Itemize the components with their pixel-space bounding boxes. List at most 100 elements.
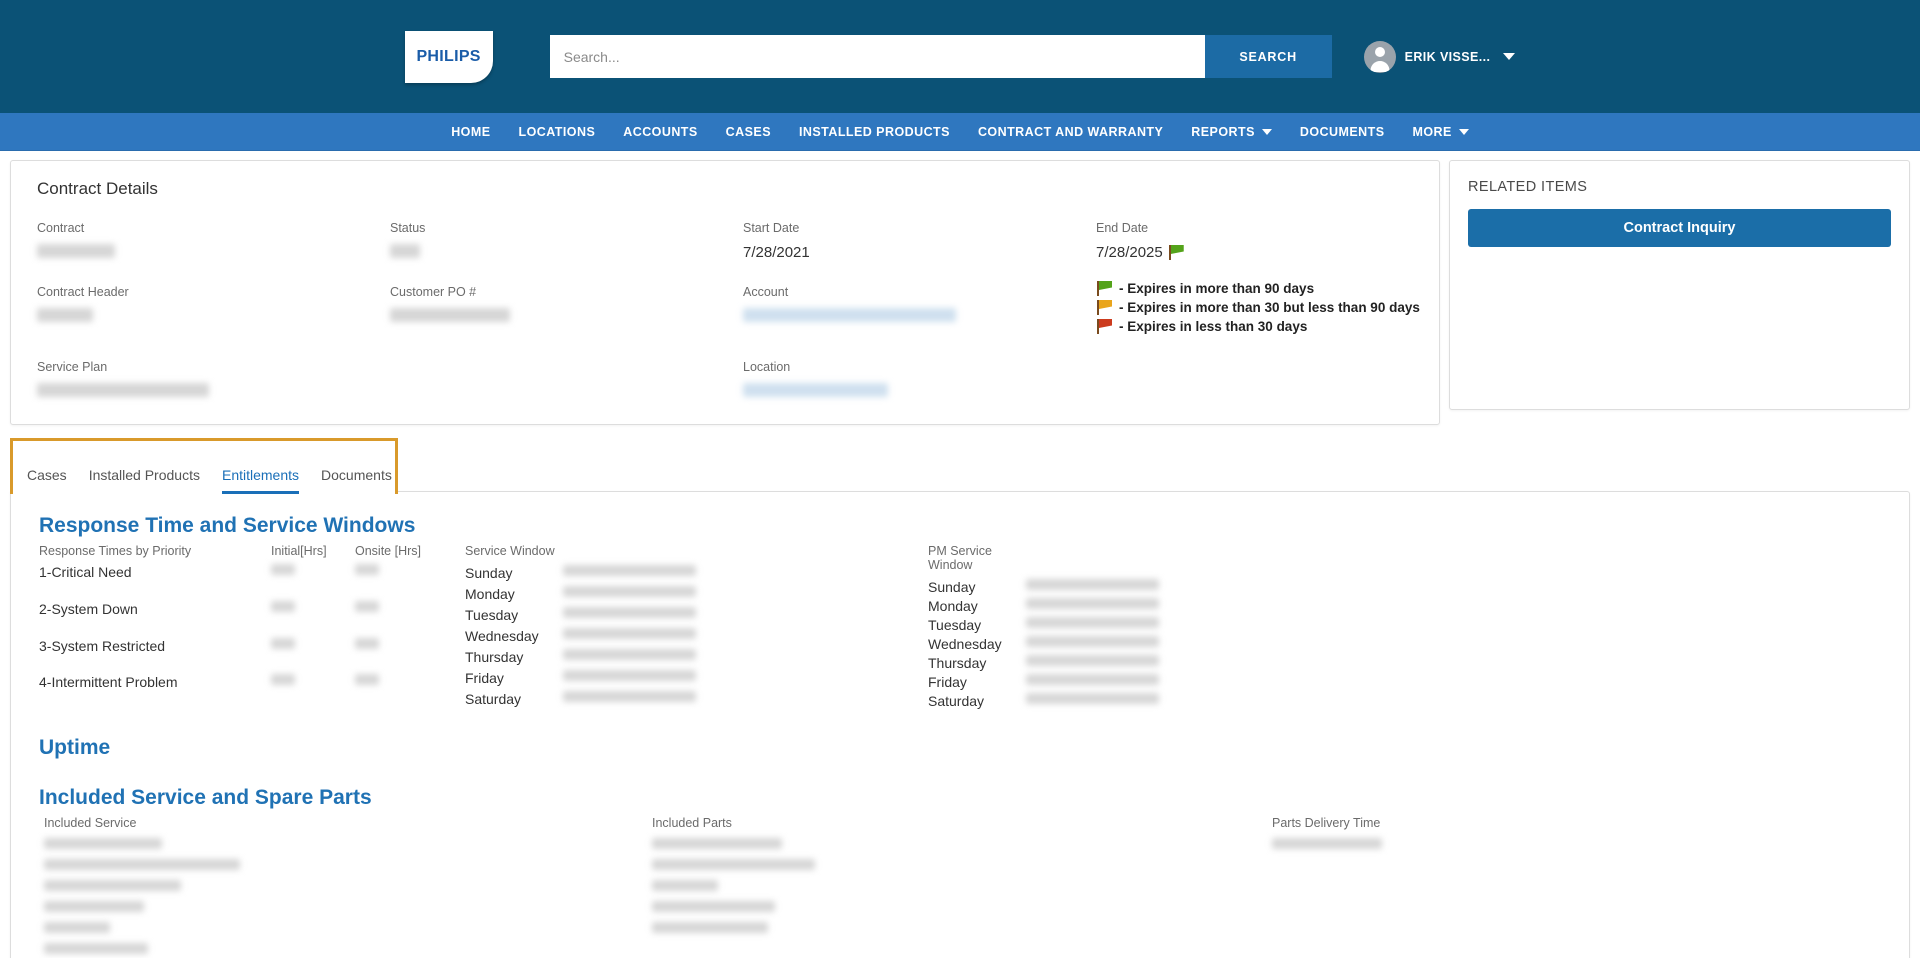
table-row: 1-Critical Need bbox=[39, 563, 439, 600]
field-value-contract bbox=[37, 244, 390, 263]
redacted-value bbox=[1026, 579, 1159, 590]
col-header-initial: Initial[Hrs] bbox=[271, 544, 355, 563]
nav-item-label: HOME bbox=[451, 125, 490, 139]
initial-hours-value bbox=[271, 673, 355, 710]
redacted-value bbox=[563, 649, 696, 660]
table-row: Saturday bbox=[928, 691, 1186, 710]
field-spacer-1 bbox=[390, 360, 743, 402]
uptime-section-title: Uptime bbox=[39, 736, 1881, 760]
nav-item-documents[interactable]: DOCUMENTS bbox=[1286, 113, 1399, 150]
table-row: Saturday bbox=[465, 689, 723, 710]
nav-item-label: ACCOUNTS bbox=[623, 125, 697, 139]
nav-item-home[interactable]: HOME bbox=[437, 113, 504, 150]
parts-delivery-time-column: Parts Delivery Time bbox=[1272, 816, 1382, 956]
tab-cases[interactable]: Cases bbox=[27, 467, 67, 494]
day-label: Wednesday bbox=[465, 626, 563, 647]
list-item bbox=[652, 838, 1272, 851]
table-row: Tuesday bbox=[928, 615, 1186, 634]
field-service-plan: Service Plan bbox=[37, 360, 390, 402]
hours-value bbox=[563, 668, 723, 689]
nav-item-accounts[interactable]: ACCOUNTS bbox=[609, 113, 711, 150]
related-items-title: RELATED ITEMS bbox=[1468, 179, 1891, 195]
list-item bbox=[44, 901, 652, 914]
field-contract-header: Contract Header bbox=[37, 285, 390, 338]
field-label-status: Status bbox=[390, 221, 743, 235]
day-label: Tuesday bbox=[465, 605, 563, 626]
user-menu-label: ERIK VISSE... bbox=[1405, 50, 1491, 64]
day-label: Thursday bbox=[928, 653, 1026, 672]
tab-documents[interactable]: Documents bbox=[321, 467, 392, 494]
list-item bbox=[652, 880, 1272, 893]
philips-logo[interactable]: PHILIPS bbox=[405, 31, 493, 83]
redacted-value bbox=[44, 838, 162, 849]
search-input[interactable] bbox=[550, 35, 1205, 78]
redacted-value bbox=[1026, 693, 1159, 704]
nav-item-more[interactable]: MORE bbox=[1398, 113, 1482, 150]
field-label-contract: Contract bbox=[37, 221, 390, 235]
legend-text: - Expires in more than 90 days bbox=[1119, 281, 1314, 296]
chevron-down-icon bbox=[1459, 129, 1469, 135]
field-account: Account bbox=[743, 285, 1096, 338]
table-row: Sunday bbox=[928, 577, 1186, 596]
nav-item-cases[interactable]: CASES bbox=[712, 113, 785, 150]
priority-label: 3-System Restricted bbox=[39, 637, 271, 674]
tabs-annotation-box: Cases Installed Products Entitlements Docum… bbox=[10, 438, 398, 494]
tab-bar: Cases Installed Products Entitlements Docum… bbox=[13, 441, 395, 494]
hours-value bbox=[1026, 672, 1186, 691]
nav-item-label: LOCATIONS bbox=[519, 125, 596, 139]
table-row: 2-System Down bbox=[39, 600, 439, 637]
field-value-location[interactable] bbox=[743, 383, 1096, 402]
field-end-date: End Date 7/28/2025 bbox=[1096, 221, 1420, 263]
nav-item-label: DOCUMENTS bbox=[1300, 125, 1385, 139]
hours-value bbox=[563, 626, 723, 647]
green-flag-icon bbox=[1096, 281, 1113, 296]
list-item bbox=[44, 880, 652, 893]
green-flag-icon bbox=[1168, 245, 1185, 260]
philips-logo-text: PHILIPS bbox=[416, 48, 480, 66]
day-label: Sunday bbox=[465, 563, 563, 584]
list-item bbox=[652, 922, 1272, 935]
priority-label: 2-System Down bbox=[39, 600, 271, 637]
legend-text: - Expires in more than 30 but less than … bbox=[1119, 300, 1420, 315]
initial-hours-value bbox=[271, 600, 355, 637]
user-avatar-icon bbox=[1364, 41, 1396, 73]
global-search: SEARCH bbox=[550, 35, 1332, 78]
user-menu[interactable]: ERIK VISSE... bbox=[1364, 41, 1516, 73]
redacted-value bbox=[1026, 655, 1159, 666]
hours-value bbox=[563, 605, 723, 626]
redacted-value bbox=[1026, 617, 1159, 628]
field-customer-po: Customer PO # bbox=[390, 285, 743, 338]
field-value-service-plan bbox=[37, 383, 390, 402]
legend-text: - Expires in less than 30 days bbox=[1119, 319, 1307, 334]
initial-hours-value bbox=[271, 563, 355, 600]
hours-value bbox=[1026, 615, 1186, 634]
redacted-value bbox=[44, 943, 148, 954]
orange-flag-icon bbox=[1096, 300, 1113, 315]
included-service-column: Included Service bbox=[39, 816, 652, 956]
redacted-value bbox=[271, 601, 295, 612]
table-row: Monday bbox=[928, 596, 1186, 615]
day-label: Friday bbox=[465, 668, 563, 689]
search-button[interactable]: SEARCH bbox=[1205, 35, 1332, 78]
contract-inquiry-button[interactable]: Contract Inquiry bbox=[1468, 209, 1891, 247]
nav-item-installed-products[interactable]: INSTALLED PRODUCTS bbox=[785, 113, 964, 150]
list-item bbox=[44, 859, 652, 872]
priority-label: 4-Intermittent Problem bbox=[39, 673, 271, 710]
included-parts-column: Included Parts bbox=[652, 816, 1272, 956]
nav-item-reports[interactable]: REPORTS bbox=[1177, 113, 1286, 150]
field-label-location: Location bbox=[743, 360, 1096, 374]
field-value-account[interactable] bbox=[743, 308, 1096, 327]
hours-value bbox=[1026, 577, 1186, 596]
hours-value bbox=[563, 563, 723, 584]
hours-value bbox=[1026, 691, 1186, 710]
nav-item-locations[interactable]: LOCATIONS bbox=[505, 113, 610, 150]
redacted-value bbox=[563, 586, 696, 597]
tab-installed-products[interactable]: Installed Products bbox=[89, 467, 200, 494]
nav-item-contract-and-warranty[interactable]: CONTRACT AND WARRANTY bbox=[964, 113, 1177, 150]
list-item bbox=[44, 943, 652, 956]
field-label-contract-header: Contract Header bbox=[37, 285, 390, 299]
hours-value bbox=[1026, 653, 1186, 672]
page-content: Contract Details Contract Status Start D… bbox=[0, 151, 1920, 958]
redacted-value bbox=[44, 859, 240, 870]
tab-entitlements[interactable]: Entitlements bbox=[222, 467, 299, 494]
